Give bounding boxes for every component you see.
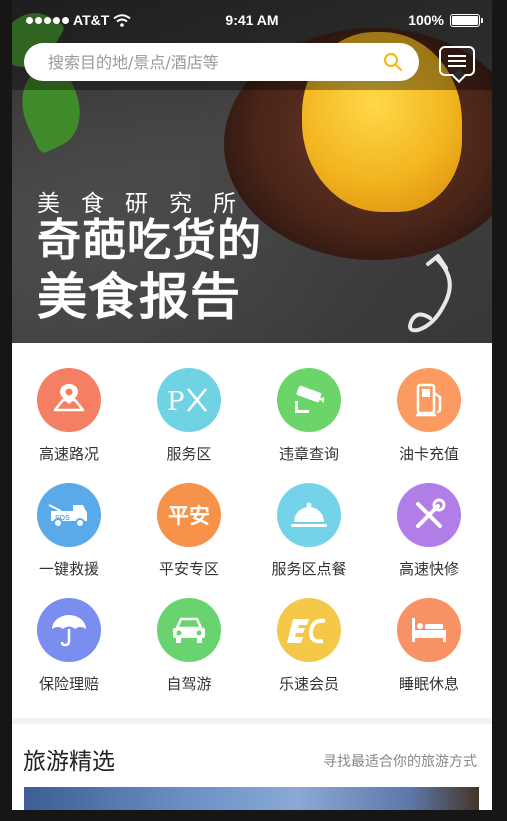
service-pingan-zone[interactable]: 平安 平安专区: [132, 458, 252, 578]
curved-arrow-icon: [408, 254, 452, 333]
travel-section-header: 旅游精选 寻找最适合你的旅游方式: [12, 724, 492, 794]
service-one-click-rescue[interactable]: SOS 一键救援: [12, 458, 132, 578]
svg-text:P: P: [167, 387, 185, 417]
battery-percent: 100%: [408, 12, 444, 28]
banner-subtitle: 美食研究所: [37, 191, 257, 217]
travel-section-title: 旅游精选: [23, 749, 115, 775]
travel-section-subtitle[interactable]: 寻找最适合你的旅游方式: [323, 751, 477, 771]
service-area-ordering[interactable]: 服务区点餐: [252, 458, 372, 578]
service-quick-repair[interactable]: 高速快修: [372, 458, 492, 578]
bed-icon: [397, 598, 461, 662]
service-fuel-card-topup[interactable]: 油卡充值: [372, 343, 492, 463]
pingan-icon: 平安: [157, 483, 221, 547]
search-input[interactable]: [48, 43, 368, 81]
px-fork-knife-icon: P: [157, 368, 221, 432]
service-insurance-claims[interactable]: 保险理赔: [12, 573, 132, 693]
travel-photo[interactable]: [24, 787, 479, 810]
service-highway-traffic[interactable]: 高速路况: [12, 343, 132, 463]
banner-title: 奇葩吃货的 美食报告: [37, 214, 262, 326]
umbrella-icon: [37, 598, 101, 662]
message-icon[interactable]: [439, 46, 475, 76]
banner-title-line2: 美食报告: [37, 268, 241, 326]
service-grid: 高速路况 P 服务区 违章查询 油卡充值 SOS 一键救援 平安 平安专区 服务…: [12, 343, 492, 715]
search-box[interactable]: [24, 43, 419, 81]
battery-area: 100%: [408, 12, 483, 28]
sos-truck-icon: SOS: [37, 483, 101, 547]
camera-icon: [277, 368, 341, 432]
road-map-icon: [37, 368, 101, 432]
service-member[interactable]: 乐速会员: [252, 573, 372, 693]
car-icon: [157, 598, 221, 662]
wrench-screwdriver-icon: [397, 483, 461, 547]
service-label: 乐速会员: [278, 675, 339, 693]
service-label: 保险理赔: [38, 675, 99, 693]
status-bar: AT&T 9:41 AM 100%: [12, 0, 492, 40]
service-sleep-rest[interactable]: 睡眠休息: [372, 573, 492, 693]
battery-icon: [450, 13, 483, 27]
service-label: 自驾游: [166, 675, 212, 693]
service-violation-query[interactable]: 违章查询: [252, 343, 372, 463]
member-card-icon: [277, 598, 341, 662]
food-cloche-icon: [277, 483, 341, 547]
search-icon[interactable]: [383, 52, 403, 72]
app-screen: 美食研究所 奇葩吃货的 美食报告 AT&T 9:41 AM 100% 搜索目的地…: [12, 0, 492, 810]
service-self-drive-tour[interactable]: 自驾游: [132, 573, 252, 693]
banner-title-line1: 奇葩吃货的: [37, 215, 262, 266]
search-bar-row: [12, 40, 492, 90]
pingan-icon-text: 平安: [168, 504, 210, 528]
fuel-pump-icon: [397, 368, 461, 432]
service-service-area[interactable]: P 服务区: [132, 343, 252, 463]
service-label: 睡眠休息: [398, 675, 459, 693]
